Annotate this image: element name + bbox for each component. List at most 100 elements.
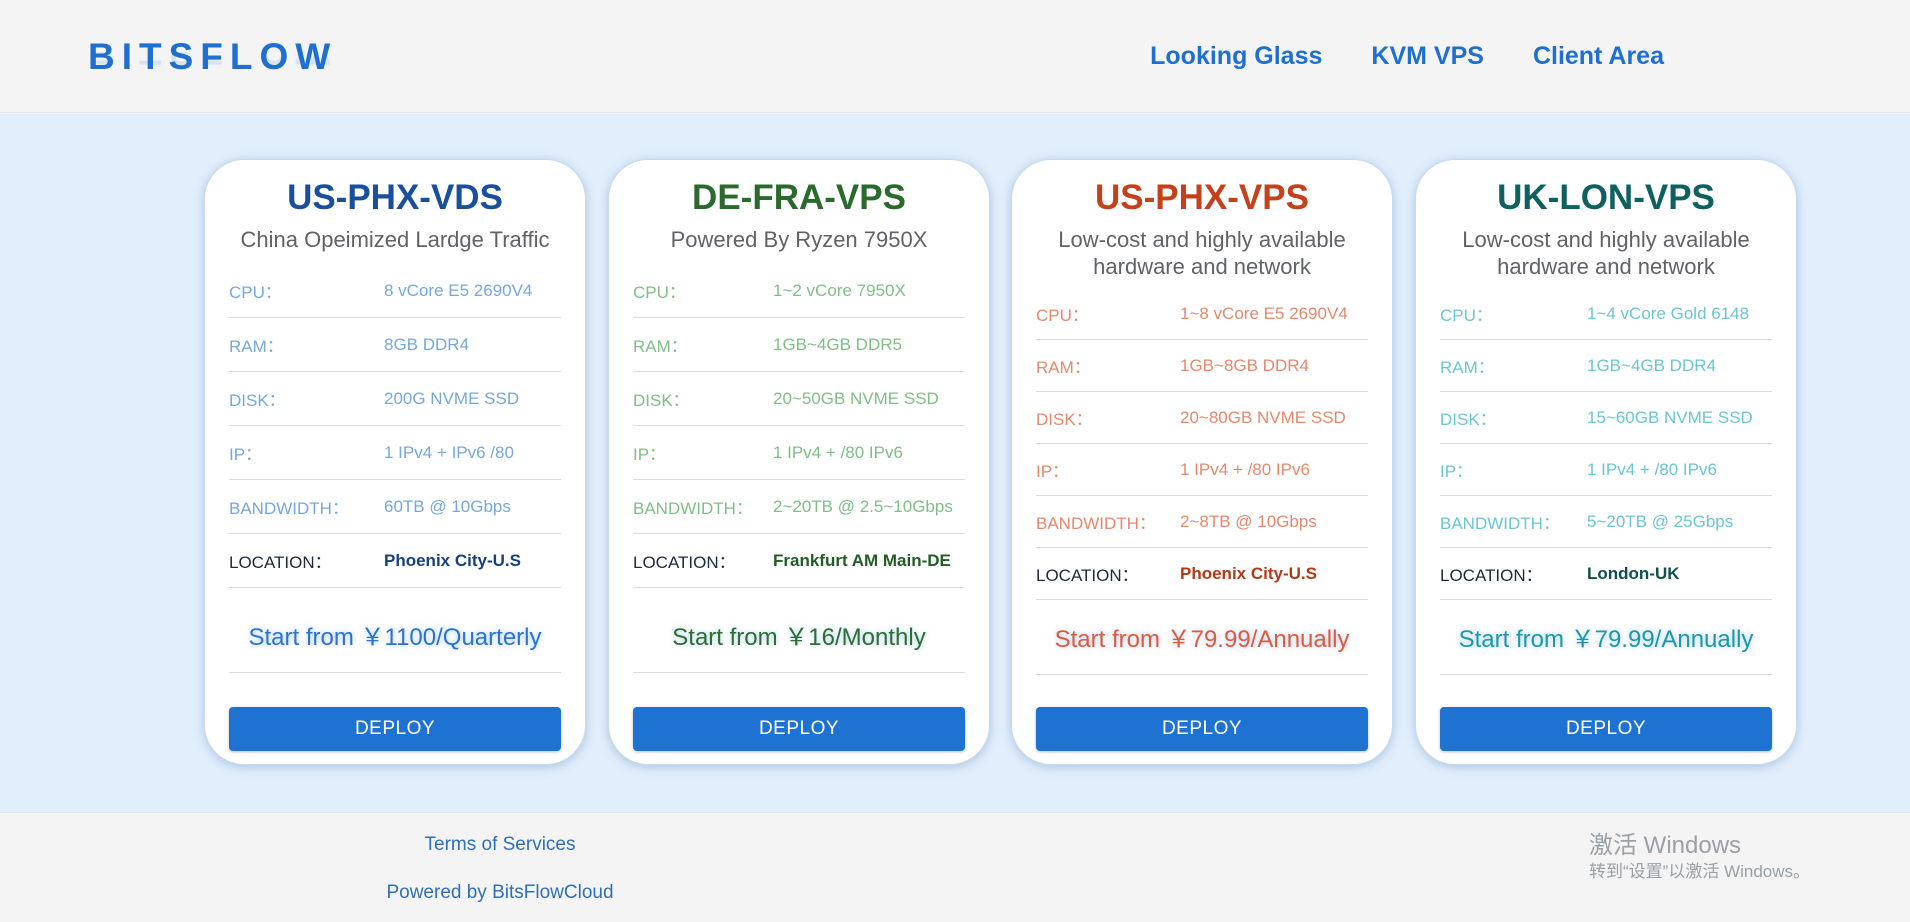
spec-row-cpu: CPU： 1~2 vCore 7950X	[633, 264, 965, 318]
spec-value: 8GB DDR4	[384, 334, 470, 354]
spec-value: 20~80GB NVME SSD	[1180, 407, 1346, 427]
activation-watermark-title: 激活 Windows	[1589, 832, 1742, 859]
spec-row-disk: DISK： 15~60GB NVME SSD	[1440, 392, 1772, 444]
spec-row-ram: RAM： 8GB DDR4	[229, 318, 561, 372]
spec-label: RAM：	[229, 337, 284, 356]
spec-value: 2~20TB @ 2.5~10Gbps	[773, 496, 953, 516]
spec-value: Phoenix City-U.S	[384, 550, 521, 570]
spec-label: LOCATION：	[633, 553, 736, 572]
plan-title: DE-FRA-VPS	[692, 178, 906, 217]
spec-row-bandwidth: BANDWIDTH： 5~20TB @ 25Gbps	[1440, 496, 1772, 548]
spec-label: BANDWIDTH：	[229, 499, 349, 518]
spec-row-ip: IP： 1 IPv4 + /80 IPv6	[1036, 444, 1368, 496]
spec-label: DISK：	[633, 391, 690, 410]
spec-row-disk: DISK： 20~50GB NVME SSD	[633, 372, 965, 426]
spec-label: CPU：	[633, 283, 686, 302]
plan-card-de-fra-vps: DE-FRA-VPS Powered By Ryzen 7950X CPU： 1~…	[608, 159, 990, 765]
plans-section: US-PHX-VDS China Opeimized Lardge Traffi…	[0, 114, 1910, 812]
plan-card-us-phx-vds: US-PHX-VDS China Opeimized Lardge Traffi…	[204, 159, 586, 765]
nav-client-area[interactable]: Client Area	[1533, 42, 1664, 71]
plan-card-us-phx-vps: US-PHX-VPS Low-cost and highly available…	[1011, 159, 1393, 765]
deploy-button[interactable]: DEPLOY	[1036, 707, 1368, 751]
plan-specs: CPU： 8 vCore E5 2690V4 RAM： 8GB DDR4 DISK：…	[229, 264, 561, 588]
spec-value: 20~50GB NVME SSD	[773, 388, 939, 408]
spec-value: 1~4 vCore Gold 6148	[1587, 303, 1750, 323]
site-logo-reflection: BITSFLOW	[88, 52, 337, 72]
nav-kvm-vps[interactable]: KVM VPS	[1371, 42, 1484, 71]
plan-title: UK-LON-VPS	[1497, 178, 1715, 217]
spec-label: BANDWIDTH：	[633, 499, 753, 518]
spec-label: BANDWIDTH：	[1036, 514, 1156, 533]
spec-label: RAM：	[633, 337, 688, 356]
nav-looking-glass[interactable]: Looking Glass	[1150, 42, 1322, 71]
spec-value: 1GB~8GB DDR4	[1180, 355, 1309, 375]
plan-price: Start from ￥1100/Quarterly	[229, 603, 561, 673]
spec-row-ram: RAM： 1GB~4GB DDR5	[633, 318, 965, 372]
spec-row-bandwidth: BANDWIDTH： 2~20TB @ 2.5~10Gbps	[633, 480, 965, 534]
plan-specs: CPU： 1~4 vCore Gold 6148 RAM： 1GB~4GB DDR4…	[1440, 288, 1772, 600]
spec-row-ram: RAM： 1GB~8GB DDR4	[1036, 340, 1368, 392]
spec-value: 15~60GB NVME SSD	[1587, 407, 1753, 427]
spec-row-cpu: CPU： 1~8 vCore E5 2690V4	[1036, 288, 1368, 340]
spec-label: IP：	[633, 445, 667, 464]
spec-row-bandwidth: BANDWIDTH： 2~8TB @ 10Gbps	[1036, 496, 1368, 548]
spec-row-disk: DISK： 200G NVME SSD	[229, 372, 561, 426]
terms-of-services-link[interactable]: Terms of Services	[0, 834, 1000, 856]
spec-label: LOCATION：	[229, 553, 332, 572]
deploy-button[interactable]: DEPLOY	[633, 707, 965, 751]
spec-label: IP：	[1440, 462, 1474, 481]
spec-value: 1~8 vCore E5 2690V4	[1180, 303, 1348, 323]
spec-value: London-UK	[1587, 563, 1680, 583]
plan-specs: CPU： 1~8 vCore E5 2690V4 RAM： 1GB~8GB DDR4…	[1036, 288, 1368, 600]
spec-row-ram: RAM： 1GB~4GB DDR4	[1440, 340, 1772, 392]
spec-row-ip: IP： 1 IPv4 + /80 IPv6	[633, 426, 965, 480]
plan-price: Start from ￥16/Monthly	[633, 603, 965, 673]
spec-row-location: LOCATION： London-UK	[1440, 548, 1772, 600]
spec-label: RAM：	[1440, 358, 1495, 377]
main-nav: Looking Glass KVM VPS Client Area	[1150, 42, 1664, 71]
spec-label: LOCATION：	[1440, 566, 1543, 585]
spec-value: 2~8TB @ 10Gbps	[1180, 511, 1317, 531]
plan-title: US-PHX-VPS	[1095, 178, 1309, 217]
spec-row-bandwidth: BANDWIDTH： 60TB @ 10Gbps	[229, 480, 561, 534]
spec-label: RAM：	[1036, 358, 1091, 377]
spec-label: LOCATION：	[1036, 566, 1139, 585]
spec-value: 5~20TB @ 25Gbps	[1587, 511, 1734, 531]
powered-by-link[interactable]: Powered by BitsFlowCloud	[0, 882, 1000, 904]
spec-label: DISK：	[1440, 410, 1497, 429]
activation-watermark-hint: 转到“设置”以激活 Windows。	[1589, 862, 1811, 881]
plan-price: Start from ￥79.99/Annually	[1036, 605, 1368, 675]
spec-value: 200G NVME SSD	[384, 388, 520, 408]
spec-row-location: LOCATION： Phoenix City-U.S	[1036, 548, 1368, 600]
plan-subtitle: Powered By Ryzen 7950X	[670, 227, 928, 252]
spec-label: IP：	[229, 445, 263, 464]
site-header: BITSFLOW BITSFLOW Looking Glass KVM VPS …	[0, 0, 1910, 113]
spec-value: Frankfurt AM Main-DE	[773, 550, 951, 570]
spec-value: 1 IPv4 + /80 IPv6	[1587, 459, 1717, 479]
spec-row-cpu: CPU： 1~4 vCore Gold 6148	[1440, 288, 1772, 340]
deploy-button[interactable]: DEPLOY	[1440, 707, 1772, 751]
plan-specs: CPU： 1~2 vCore 7950X RAM： 1GB~4GB DDR5 DIS…	[633, 264, 965, 588]
spec-row-cpu: CPU： 8 vCore E5 2690V4	[229, 264, 561, 318]
plan-price: Start from ￥79.99/Annually	[1440, 605, 1772, 675]
spec-row-ip: IP： 1 IPv4 + IPv6 /80	[229, 426, 561, 480]
spec-label: DISK：	[229, 391, 286, 410]
spec-value: 1~2 vCore 7950X	[773, 280, 906, 300]
deploy-button[interactable]: DEPLOY	[229, 707, 561, 751]
spec-value: 1 IPv4 + /80 IPv6	[773, 442, 903, 462]
spec-label: CPU：	[229, 283, 282, 302]
plan-subtitle: China Opeimized Lardge Traffic	[240, 227, 550, 252]
spec-row-location: LOCATION： Phoenix City-U.S	[229, 534, 561, 588]
spec-value: 1 IPv4 + IPv6 /80	[384, 442, 514, 462]
spec-label: DISK：	[1036, 410, 1093, 429]
plan-card-uk-lon-vps: UK-LON-VPS Low-cost and highly available…	[1415, 159, 1797, 765]
spec-row-location: LOCATION： Frankfurt AM Main-DE	[633, 534, 965, 588]
spec-label: CPU：	[1440, 306, 1493, 325]
spec-value: 1GB~4GB DDR4	[1587, 355, 1716, 375]
spec-value: Phoenix City-U.S	[1180, 563, 1317, 583]
plan-subtitle: Low-cost and highly available hardware a…	[1058, 227, 1346, 279]
plan-title: US-PHX-VDS	[287, 178, 503, 217]
spec-row-disk: DISK： 20~80GB NVME SSD	[1036, 392, 1368, 444]
spec-label: BANDWIDTH：	[1440, 514, 1560, 533]
spec-value: 1GB~4GB DDR5	[773, 334, 902, 354]
